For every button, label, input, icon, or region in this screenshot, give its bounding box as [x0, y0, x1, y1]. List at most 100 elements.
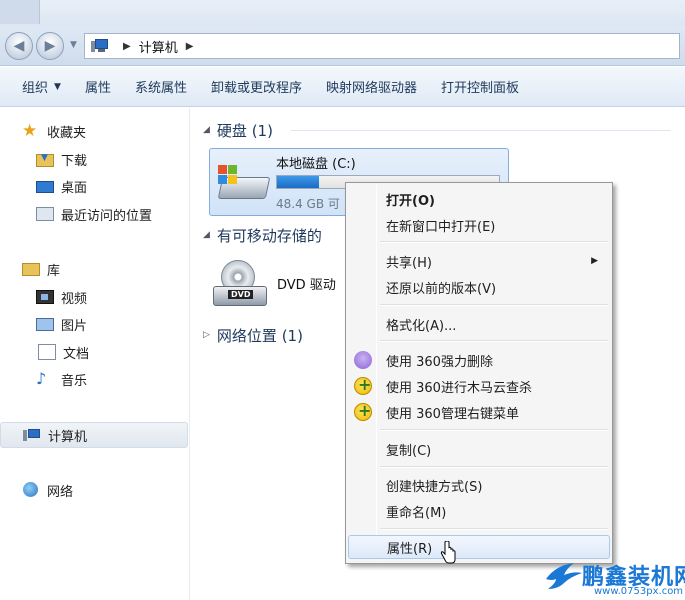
- menu-item-share[interactable]: 共享(H) ▶: [348, 249, 610, 273]
- sidebar-item-label: 最近访问的位置: [61, 208, 153, 224]
- sidebar-item-videos[interactable]: 视频: [36, 286, 87, 308]
- map-network-drive-button[interactable]: 映射网络驱动器: [314, 67, 429, 107]
- sidebar-item-desktop[interactable]: 桌面: [36, 175, 87, 197]
- sidebar-item-label: 下载: [61, 153, 88, 169]
- downloads-folder-icon: [36, 153, 54, 167]
- back-arrow-icon: ◀: [13, 38, 25, 54]
- hard-drive-icon: [216, 165, 271, 205]
- menu-separator: [380, 241, 608, 243]
- dvd-drive-icon[interactable]: DVD: [213, 260, 269, 310]
- menu-item-label: 使用 360管理右键菜单: [386, 406, 519, 422]
- back-button[interactable]: ◀: [5, 32, 33, 60]
- breadcrumb-chevron-icon[interactable]: ▶: [123, 41, 131, 52]
- menu-item-copy[interactable]: 复制(C): [348, 437, 610, 461]
- menu-item-open-new-window[interactable]: 在新窗口中打开(E): [348, 213, 610, 237]
- breadcrumb-computer[interactable]: 计算机: [139, 37, 178, 56]
- sidebar-item-downloads[interactable]: 下载: [36, 148, 87, 170]
- context-menu: 打开(O) 在新窗口中打开(E) 共享(H) ▶ 还原以前的版本(V) 格式化(…: [345, 182, 613, 564]
- drive-c-name: 本地磁盘 (C:): [276, 157, 356, 172]
- drive-c-free-space: 48.4 GB 可: [276, 197, 340, 211]
- command-bar: 组织 ▼ 属性 系统属性 卸载或更改程序 映射网络驱动器 打开控制面板: [0, 67, 685, 107]
- 360-security-icon: [354, 401, 372, 421]
- menu-item-360-trojan-scan[interactable]: 使用 360进行木马云查杀: [348, 374, 610, 398]
- dvd-label: DVD: [228, 290, 254, 299]
- watermark-url: www.0753px.com: [594, 586, 684, 597]
- group-header-hard-disks[interactable]: ◢ 硬盘 (1): [203, 118, 273, 142]
- uninstall-program-button[interactable]: 卸载或更改程序: [199, 67, 314, 107]
- menu-separator: [380, 340, 608, 342]
- dvd-drive-name[interactable]: DVD 驱动: [277, 274, 336, 293]
- collapse-triangle-icon: ◢: [203, 230, 210, 240]
- forward-button[interactable]: ▶: [36, 32, 64, 60]
- network-globe-icon: [22, 482, 40, 498]
- site-watermark: 鹏鑫装机网 www.0753px.com: [540, 553, 685, 600]
- sidebar-item-label: 网络: [47, 484, 74, 500]
- sidebar-item-label: 图片: [61, 318, 88, 334]
- sidebar-item-recent[interactable]: 最近访问的位置: [36, 203, 152, 225]
- library-folder-icon: [22, 262, 40, 276]
- organize-label: 组织: [22, 81, 49, 96]
- group-divider: [291, 130, 671, 131]
- address-bar[interactable]: ▶ 计算机 ▶: [84, 33, 680, 59]
- sidebar-item-label: 计算机: [48, 429, 88, 445]
- sidebar-item-documents[interactable]: 文档: [36, 341, 89, 363]
- pictures-icon: [36, 317, 54, 331]
- star-icon: ★: [22, 121, 38, 141]
- menu-item-360-shred[interactable]: 使用 360强力删除: [348, 348, 610, 372]
- sidebar-item-label: 收藏夹: [47, 125, 87, 141]
- organize-button[interactable]: 组织 ▼: [0, 67, 73, 107]
- menu-separator: [380, 528, 608, 530]
- bird-logo-icon: [546, 563, 582, 589]
- document-icon: [38, 344, 56, 360]
- sidebar-item-network[interactable]: 网络: [22, 479, 73, 501]
- expand-triangle-icon: ▷: [203, 330, 210, 340]
- group-header-removable[interactable]: ◢ 有可移动存储的: [203, 223, 322, 247]
- hand-cursor-icon: [440, 541, 456, 564]
- video-icon: [36, 290, 54, 304]
- sidebar-item-computer[interactable]: 计算机: [0, 422, 188, 448]
- group-title: 网络位置 (1): [216, 326, 303, 345]
- drive-c-usage-fill: [277, 176, 320, 188]
- menu-item-label: 共享(H): [386, 255, 432, 271]
- sidebar-item-label: 桌面: [61, 180, 88, 196]
- sidebar-item-label: 文档: [63, 346, 90, 362]
- sidebar-item-music[interactable]: ♪ 音乐: [36, 368, 87, 390]
- sidebar-item-pictures[interactable]: 图片: [36, 313, 87, 335]
- menu-item-create-shortcut[interactable]: 创建快捷方式(S): [348, 473, 610, 497]
- open-control-panel-button[interactable]: 打开控制面板: [429, 67, 531, 107]
- group-title: 硬盘 (1): [216, 121, 273, 140]
- sidebar-item-favorites[interactable]: ★ 收藏夹: [22, 120, 86, 142]
- menu-separator: [380, 304, 608, 306]
- window-tab[interactable]: [0, 0, 40, 24]
- sidebar-item-label: 库: [47, 263, 61, 279]
- menu-item-open[interactable]: 打开(O): [348, 187, 610, 211]
- shredder-icon: [354, 351, 372, 369]
- submenu-arrow-icon: ▶: [591, 256, 598, 266]
- menu-separator: [380, 466, 608, 468]
- computer-icon: [91, 39, 109, 53]
- group-header-network-locations[interactable]: ▷ 网络位置 (1): [203, 323, 303, 347]
- system-properties-button[interactable]: 系统属性: [123, 67, 199, 107]
- window-top-strip: [0, 0, 685, 26]
- menu-item-label: 使用 360强力删除: [386, 354, 493, 370]
- address-row: ◀ ▶ ▼ ▶ 计算机 ▶: [0, 26, 685, 66]
- computer-icon: [23, 427, 41, 443]
- 360-security-icon: [354, 375, 372, 395]
- menu-item-360-manage-menu[interactable]: 使用 360管理右键菜单: [348, 400, 610, 424]
- music-note-icon: ♪: [36, 369, 47, 388]
- collapse-triangle-icon: ◢: [203, 125, 210, 135]
- menu-item-label: 使用 360进行木马云查杀: [386, 380, 532, 396]
- menu-item-restore-versions[interactable]: 还原以前的版本(V): [348, 275, 610, 299]
- group-title: 有可移动存储的: [216, 226, 322, 245]
- menu-separator: [380, 429, 608, 431]
- properties-button[interactable]: 属性: [73, 67, 123, 107]
- navigation-pane: ★ 收藏夹 下载 桌面 最近访问的位置 库 视频 图片 文档 ♪ 音乐 计算机 …: [0, 108, 190, 600]
- menu-item-rename[interactable]: 重命名(M): [348, 499, 610, 523]
- history-dropdown-icon[interactable]: ▼: [70, 40, 77, 50]
- sidebar-item-label: 音乐: [61, 373, 88, 389]
- menu-item-format[interactable]: 格式化(A)...: [348, 312, 610, 336]
- breadcrumb-chevron-icon[interactable]: ▶: [186, 41, 194, 52]
- sidebar-item-libraries[interactable]: 库: [22, 258, 60, 280]
- sidebar-item-label: 视频: [61, 291, 88, 307]
- desktop-icon: [36, 181, 54, 193]
